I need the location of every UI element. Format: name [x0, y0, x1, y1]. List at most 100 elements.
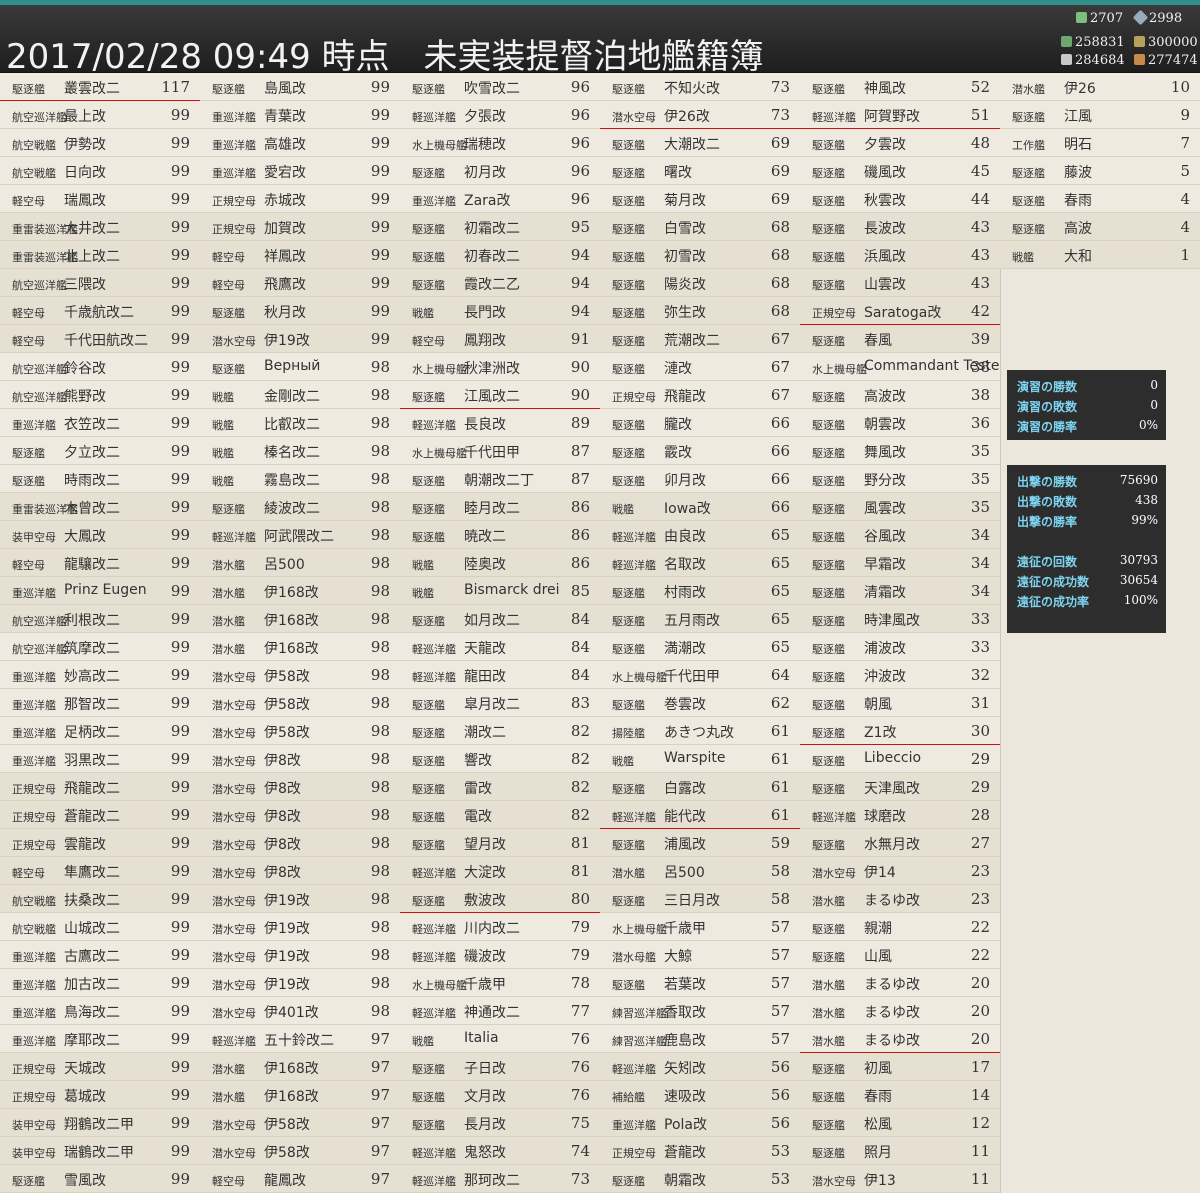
ship-level: 22: [970, 918, 990, 936]
ship-name: 伊8改: [264, 753, 301, 769]
ship-level: 98: [370, 610, 390, 628]
ship-name: Saratoga改: [864, 305, 942, 321]
ship-name: 江風: [1064, 109, 1092, 125]
ship-row: 重巡洋艦 愛宕改 99: [200, 157, 400, 185]
ship-name: 能代改: [664, 809, 706, 825]
ship-level: 57: [770, 1030, 790, 1048]
ship-level: 51: [970, 106, 990, 124]
ship-level: 99: [370, 246, 390, 264]
ship-type: 水上機母艦: [812, 363, 867, 376]
ship-type: 潜水母艦: [612, 951, 656, 964]
ship-row: 軽巡洋艦 矢矧改 56: [600, 1053, 800, 1081]
ship-row: 駆逐艦 曙改 69: [600, 157, 800, 185]
ship-level: 98: [370, 386, 390, 404]
ship-name: 夕立改二: [64, 445, 120, 461]
ship-row: 潜水空母 伊14 23: [800, 857, 1000, 885]
ship-name: 卯月改: [664, 473, 706, 489]
ship-name: 初春改二: [464, 249, 520, 265]
ship-name: 皐月改二: [464, 697, 520, 713]
ship-row: 練習巡洋艦 鹿島改 57: [600, 1025, 800, 1053]
ship-level: 53: [770, 1142, 790, 1160]
ship-type: 駆逐艦: [412, 503, 445, 516]
ship-level: 98: [370, 778, 390, 796]
ship-level: 96: [570, 134, 590, 152]
ship-type: 軽巡洋艦: [412, 1147, 456, 1160]
ship-name: 球磨改: [864, 809, 906, 825]
ship-type: 駆逐艦: [12, 447, 45, 460]
ship-row: 戦艦 榛名改二 98: [200, 437, 400, 465]
ship-level: 59: [770, 834, 790, 852]
ship-type: 装甲空母: [12, 1147, 56, 1160]
ship-row: 重雷装巡洋艦 大井改二 99: [0, 213, 200, 241]
ship-row: 潜水艦 伊26 10: [1000, 73, 1200, 101]
ship-level: 117: [161, 78, 190, 96]
ship-row: 正規空母 Saratoga改 42: [800, 297, 1000, 326]
ship-row: 重巡洋艦 古鷹改二 99: [0, 941, 200, 969]
ship-type: 駆逐艦: [812, 1091, 845, 1104]
ship-type: 駆逐艦: [612, 251, 645, 264]
ship-level: 97: [370, 1030, 390, 1048]
ship-row: 戦艦 長門改 94: [400, 297, 600, 325]
ship-row: 駆逐艦 磯風改 45: [800, 157, 1000, 185]
ship-name: 伊168改: [264, 613, 319, 629]
ship-type: 駆逐艦: [812, 587, 845, 600]
ship-name: 五十鈴改二: [264, 1033, 334, 1049]
ship-name: 由良改: [664, 529, 706, 545]
ship-name: 綾波改二: [264, 501, 320, 517]
ship-name: 陽炎改: [664, 277, 706, 293]
ship-level: 11: [970, 1142, 990, 1160]
ship-type: 航空戦艦: [12, 923, 56, 936]
ship-level: 82: [570, 806, 590, 824]
ship-type: 戦艦: [412, 559, 434, 572]
ship-row: 駆逐艦 如月改二 84: [400, 605, 600, 633]
ship-name: 加賀改: [264, 221, 306, 237]
ship-level: 77: [570, 1002, 590, 1020]
ship-level: 97: [370, 1142, 390, 1160]
stat-label: 出撃の敗数: [1017, 495, 1078, 509]
ship-type: 駆逐艦: [612, 839, 645, 852]
ship-name: 大和: [1064, 249, 1092, 265]
ship-name: 浜風改: [864, 249, 906, 265]
ship-level: 99: [170, 134, 190, 152]
ship-type: 重巡洋艦: [12, 951, 56, 964]
ship-level: 73: [770, 78, 790, 96]
ship-name: 北上改二: [64, 249, 120, 265]
ship-name: 秋津洲改: [464, 361, 520, 377]
ship-row: 戦艦 Warspite 61: [600, 745, 800, 773]
ship-type: 潜水空母: [212, 923, 256, 936]
ship-name: 愛宕改: [264, 165, 306, 181]
ship-type: 補給艦: [612, 1091, 645, 1104]
ship-level: 99: [170, 274, 190, 292]
stats-spacer: [1015, 531, 1158, 551]
ship-row: 重巡洋艦 羽黒改二 99: [0, 745, 200, 773]
ship-type: 駆逐艦: [612, 895, 645, 908]
ship-type: 重巡洋艦: [12, 1035, 56, 1048]
ship-type: 潜水空母: [212, 335, 256, 348]
ship-row: 駆逐艦 不知火改 73: [600, 73, 800, 101]
ship-row: 駆逐艦 水無月改 27: [800, 829, 1000, 857]
ship-type: 正規空母: [12, 811, 56, 824]
ship-level: 98: [370, 358, 390, 376]
ship-row: 軽巡洋艦 由良改 65: [600, 521, 800, 549]
ship-type: 航空巡洋艦: [12, 391, 67, 404]
ship-level: 98: [370, 442, 390, 460]
ship-name: 春風: [864, 333, 892, 349]
ship-name: 浦風改: [664, 837, 706, 853]
ship-level: 99: [170, 638, 190, 656]
ship-type: 駆逐艦: [612, 1175, 645, 1188]
ship-type: 駆逐艦: [412, 1119, 445, 1132]
ship-row: 駆逐艦 巻雲改 62: [600, 689, 800, 717]
ammo-resource: 300000: [1134, 35, 1198, 50]
ship-type: 駆逐艦: [612, 783, 645, 796]
header-bar: 2017/02/28 09:49 時点 未実装提督泊地艦籍簿 2707 2998…: [0, 5, 1200, 77]
ship-name: 文月改: [464, 1089, 506, 1105]
ship-row: 重巡洋艦 摩耶改二 99: [0, 1025, 200, 1053]
bucket-resource: 2707: [1076, 11, 1123, 26]
ship-row: 軽巡洋艦 能代改 61: [600, 801, 800, 830]
ship-name: 伊58改: [264, 725, 310, 741]
ship-level: 99: [170, 1086, 190, 1104]
ship-type: 駆逐艦: [812, 1147, 845, 1160]
ship-row: 駆逐艦 朝雲改 36: [800, 409, 1000, 437]
ship-row: 潜水艦 まるゆ改 20: [800, 997, 1000, 1025]
ship-type: 駆逐艦: [612, 363, 645, 376]
